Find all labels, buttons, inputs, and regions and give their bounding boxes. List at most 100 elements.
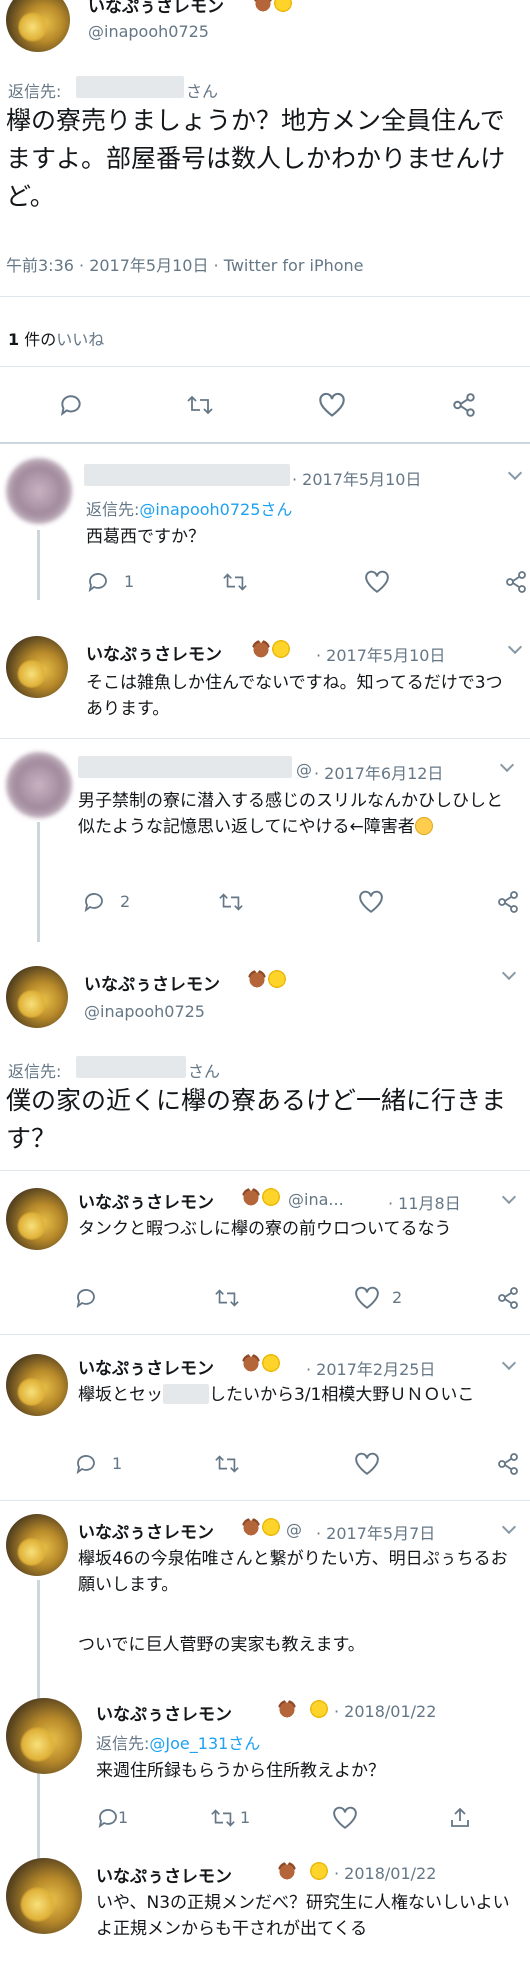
reply-icon[interactable]	[96, 1806, 120, 1830]
tweet-date[interactable]: · 2018/01/22	[334, 1864, 436, 1883]
reply-icon[interactable]	[74, 1286, 98, 1310]
tweet-text: 男子禁制の寮に潜入する感じのスリルなんかひしひしと似たような記憶思い返してにやけ…	[78, 791, 503, 837]
chevron-down-icon[interactable]	[501, 1355, 517, 1371]
tweet-text: そこは雑魚しか住んでないですね。知ってるだけで3つあります。	[86, 673, 503, 719]
lemon-emoji	[266, 970, 286, 989]
retweet-icon[interactable]	[210, 1806, 236, 1830]
tweet-date[interactable]: · 11月8日	[388, 1190, 461, 1214]
bear-emoji	[252, 0, 272, 13]
like-icon[interactable]	[358, 890, 384, 914]
user-name[interactable]: いなぷぅさレモン	[78, 1518, 214, 1543]
tweet-date[interactable]: · 2018/01/22	[334, 1702, 436, 1721]
likes-count: 1	[8, 330, 20, 349]
chevron-down-icon[interactable]	[501, 965, 517, 981]
lemon-emoji	[260, 1518, 280, 1537]
tweet-text: 欅の寮売りましょうか？地方メン全員住んでますよ。部屋番号は数人しかわかりませんけ…	[6, 106, 506, 211]
tweet-timestamp[interactable]: 午前3:36 · 2017年5月10日 · Twitter for iPhone	[6, 252, 364, 276]
reply-to-link[interactable]: @Joe_131さん	[149, 1734, 260, 1753]
divider	[0, 1170, 530, 1171]
share-icon[interactable]	[496, 1286, 520, 1310]
chevron-down-icon[interactable]	[501, 1189, 517, 1205]
lemon-emoji	[272, 0, 292, 13]
retweet-icon[interactable]	[214, 1286, 240, 1310]
reply-to-link[interactable]: @inapooh0725さん	[139, 500, 292, 519]
tweet-date[interactable]: · 2017年5月10日	[292, 466, 421, 490]
user-handle[interactable]: @inapooh0725	[88, 22, 209, 41]
tweet-date[interactable]: · 2017年2月25日	[306, 1356, 435, 1380]
retweet-icon[interactable]	[186, 392, 214, 418]
chevron-down-icon[interactable]	[507, 465, 523, 481]
tweet-text: 欅坂とセッ したいから3/1相模大野ＵＮＯいこ	[78, 1384, 475, 1405]
reply-icon[interactable]	[58, 392, 84, 418]
divider	[0, 738, 530, 739]
reply-count: 2	[120, 892, 131, 911]
bear-emoji	[276, 1700, 296, 1719]
share-icon[interactable]	[496, 890, 520, 914]
avatar[interactable]	[6, 1188, 68, 1250]
redacted-handle	[76, 76, 184, 98]
avatar[interactable]	[6, 752, 72, 818]
like-icon[interactable]	[364, 570, 390, 594]
user-name[interactable]: いなぷぅさレモン	[96, 1862, 232, 1887]
chevron-down-icon[interactable]	[501, 1519, 517, 1535]
reply-to-label: 返信先:	[8, 82, 62, 101]
share-icon[interactable]	[504, 570, 528, 594]
user-handle[interactable]: @ina...	[288, 1190, 344, 1209]
user-handle[interactable]: @inapooh0725	[84, 1002, 205, 1021]
reply-icon[interactable]	[86, 570, 110, 594]
retweet-icon[interactable]	[218, 890, 244, 914]
avatar[interactable]	[6, 1514, 68, 1576]
tweet-text: 欅坂46の今泉佑唯さんと繋がりたい方、明日ぷぅちるお願いします。	[78, 1549, 508, 1595]
reply-to-suffix: さん	[188, 1062, 221, 1081]
likes-summary[interactable]: 1 件のいいね	[8, 326, 104, 350]
user-name[interactable]: いなぷぅさレモン	[86, 640, 222, 665]
avatar[interactable]	[6, 1354, 68, 1416]
tweet-date[interactable]: · 2017年5月10日	[316, 642, 445, 666]
user-name[interactable]: いなぷぅさレモン	[88, 0, 224, 17]
reply-to-label: 返信先:@inapooh0725さん	[86, 500, 293, 519]
avatar[interactable]	[6, 0, 70, 52]
avatar[interactable]	[6, 966, 68, 1028]
divider	[0, 296, 530, 297]
like-icon[interactable]	[332, 1806, 358, 1830]
tweet-text: 西葛西ですか？	[86, 527, 205, 547]
thread-line	[37, 530, 40, 600]
lemon-emoji	[308, 1862, 328, 1881]
like-count: 2	[392, 1288, 403, 1307]
tweet-text-second-paragraph: ついでに巨人菅野の実家も教えます。	[78, 1635, 365, 1655]
chevron-down-icon[interactable]	[499, 757, 515, 773]
like-icon[interactable]	[354, 1286, 380, 1310]
bear-emoji	[240, 1188, 260, 1207]
redacted-name	[78, 756, 292, 778]
tweet-date[interactable]: · 2017年6月12日	[314, 760, 443, 784]
user-name[interactable]: いなぷぅさレモン	[78, 1188, 214, 1213]
tweet-at: @	[286, 1520, 302, 1539]
avatar[interactable]	[6, 1858, 82, 1934]
retweet-icon[interactable]	[214, 1452, 240, 1476]
user-name[interactable]: いなぷぅさレモン	[96, 1700, 232, 1725]
tweet-text: 来週住所録もらうから住所教えよか？	[96, 1761, 385, 1781]
chevron-down-icon[interactable]	[507, 639, 523, 655]
avatar[interactable]	[6, 458, 72, 524]
reply-count: 1	[112, 1454, 123, 1473]
bear-emoji	[250, 640, 270, 659]
like-icon[interactable]	[318, 392, 346, 418]
likes-link[interactable]: いいね	[56, 330, 104, 349]
reply-icon[interactable]	[82, 890, 106, 914]
user-name[interactable]: いなぷぅさレモン	[78, 1354, 214, 1379]
reply-count: 1	[124, 572, 135, 591]
tweet-date[interactable]: · 2017年5月7日	[316, 1520, 435, 1544]
bear-emoji	[240, 1518, 260, 1537]
avatar[interactable]	[6, 1698, 82, 1774]
user-name[interactable]: いなぷぅさレモン	[84, 970, 220, 995]
like-icon[interactable]	[354, 1452, 380, 1476]
share-icon[interactable]	[448, 1806, 472, 1830]
avatar[interactable]	[6, 636, 68, 698]
reply-icon[interactable]	[74, 1452, 98, 1476]
share-icon[interactable]	[496, 1452, 520, 1476]
bear-emoji	[246, 970, 266, 989]
tweet-text: タンクと暇つぶしに欅の寮の前ウロついてるなう	[78, 1219, 452, 1239]
tweet-text: いや、N3の正規メンだべ？研究生に人権ないしいよいよ正規メンからも干されが出てく…	[96, 1893, 510, 1939]
share-icon[interactable]	[450, 392, 478, 418]
retweet-icon[interactable]	[222, 570, 248, 594]
